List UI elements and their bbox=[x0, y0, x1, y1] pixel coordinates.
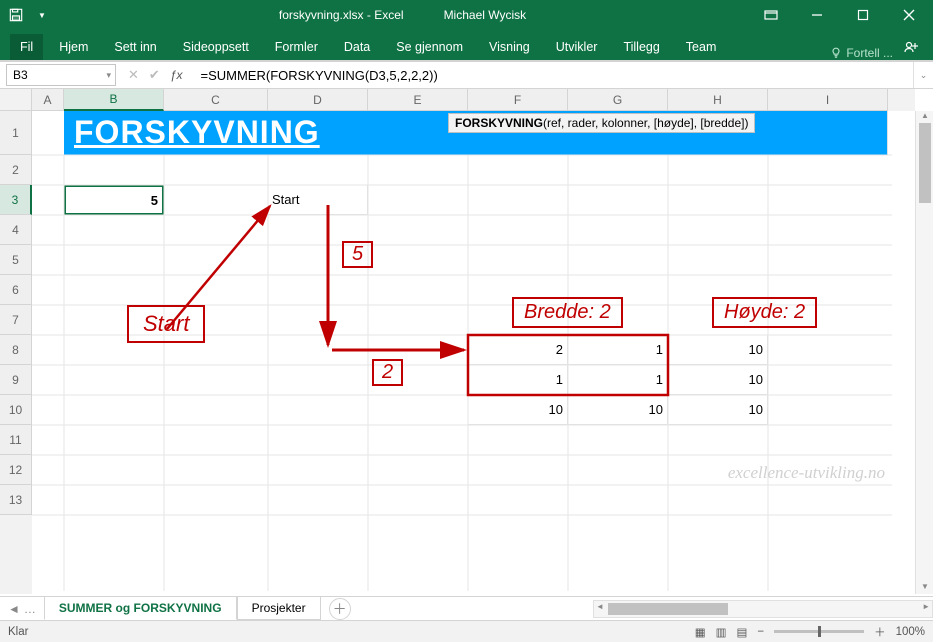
close-icon[interactable] bbox=[891, 0, 927, 30]
tab-data[interactable]: Data bbox=[334, 34, 380, 60]
col-D[interactable]: D bbox=[268, 89, 368, 111]
document-title: forskyvning.xlsx - Excel bbox=[279, 8, 404, 22]
cell-F10[interactable]: 10 bbox=[468, 395, 568, 425]
row-13[interactable]: 13 bbox=[0, 485, 32, 515]
sheet-tab-active[interactable]: SUMMER og FORSKYVNING bbox=[44, 597, 237, 620]
cell-D3[interactable]: Start bbox=[268, 185, 368, 215]
expand-formula-bar-icon[interactable]: ⌄ bbox=[913, 62, 933, 88]
col-C[interactable]: C bbox=[164, 89, 268, 111]
tab-hjem[interactable]: Hjem bbox=[49, 34, 98, 60]
row-3[interactable]: 3 bbox=[0, 185, 32, 215]
tab-utvikler[interactable]: Utvikler bbox=[546, 34, 608, 60]
anno-start: Start bbox=[127, 305, 205, 343]
row-12[interactable]: 12 bbox=[0, 455, 32, 485]
tab-sideoppsett[interactable]: Sideoppsett bbox=[173, 34, 259, 60]
tab-fil[interactable]: Fil bbox=[10, 34, 43, 60]
cell-H8[interactable]: 10 bbox=[668, 335, 768, 365]
anno-hoyde: Høyde: 2 bbox=[712, 297, 817, 328]
row-11[interactable]: 11 bbox=[0, 425, 32, 455]
view-page-layout-icon[interactable]: ▥ bbox=[716, 625, 727, 639]
col-E[interactable]: E bbox=[368, 89, 468, 111]
row-6[interactable]: 6 bbox=[0, 275, 32, 305]
zoom-level[interactable]: 100% bbox=[896, 626, 925, 638]
zoom-slider[interactable] bbox=[774, 630, 864, 633]
tab-team[interactable]: Team bbox=[676, 34, 727, 60]
sheet-tab-prosjekter[interactable]: Prosjekter bbox=[237, 597, 321, 620]
cells-area[interactable]: FORSKYVNING 5 Start 2 1 10 1 1 10 10 10 … bbox=[32, 111, 915, 594]
username: Michael Wycisk bbox=[444, 8, 527, 22]
page-title: FORSKYVNING bbox=[74, 114, 320, 151]
row-9[interactable]: 9 bbox=[0, 365, 32, 395]
enter-icon[interactable]: ✔ bbox=[149, 67, 160, 83]
select-all-corner[interactable] bbox=[0, 89, 32, 111]
save-icon[interactable] bbox=[6, 5, 26, 25]
vertical-scrollbar[interactable]: ▲ ▼ bbox=[915, 111, 933, 594]
tab-visning[interactable]: Visning bbox=[479, 34, 540, 60]
anno-5: 5 bbox=[342, 241, 373, 268]
row-7[interactable]: 7 bbox=[0, 305, 32, 335]
row-1[interactable]: 1 bbox=[0, 111, 32, 155]
fx-icon[interactable]: ƒx bbox=[170, 68, 183, 82]
tab-tillegg[interactable]: Tillegg bbox=[613, 34, 669, 60]
col-H[interactable]: H bbox=[668, 89, 768, 111]
status-bar: Klar ▦ ▥ ▤ − ＋ 100% bbox=[0, 620, 933, 642]
add-sheet-button[interactable]: ＋ bbox=[329, 598, 351, 620]
cell-G9[interactable]: 1 bbox=[568, 365, 668, 395]
horizontal-scrollbar[interactable] bbox=[593, 600, 933, 618]
cell-G10[interactable]: 10 bbox=[568, 395, 668, 425]
zoom-in-icon[interactable]: ＋ bbox=[874, 624, 886, 640]
status-ready: Klar bbox=[8, 626, 28, 638]
ribbon-tabs: Fil Hjem Sett inn Sideoppsett Formler Da… bbox=[0, 30, 933, 60]
name-box[interactable]: B3 bbox=[6, 64, 116, 86]
sheet-nav-prev-icon[interactable]: ◄ bbox=[8, 602, 20, 616]
view-page-break-icon[interactable]: ▤ bbox=[736, 625, 747, 639]
row-2[interactable]: 2 bbox=[0, 155, 32, 185]
ribbon-options-icon[interactable] bbox=[753, 0, 789, 30]
tab-formler[interactable]: Formler bbox=[265, 34, 328, 60]
formula-input[interactable] bbox=[195, 64, 914, 86]
cancel-icon[interactable]: ✕ bbox=[128, 67, 139, 83]
titlebar: ▼ forskyvning.xlsx - Excel Michael Wycis… bbox=[0, 0, 933, 30]
cell-F8[interactable]: 2 bbox=[468, 335, 568, 365]
cell-B3[interactable]: 5 bbox=[64, 185, 164, 215]
tab-segjennom[interactable]: Se gjennom bbox=[386, 34, 473, 60]
cell-G8[interactable]: 1 bbox=[568, 335, 668, 365]
cell-H10[interactable]: 10 bbox=[668, 395, 768, 425]
share-icon[interactable] bbox=[899, 39, 923, 60]
sheet-nav-more-icon[interactable]: … bbox=[24, 602, 36, 616]
cell-H9[interactable]: 10 bbox=[668, 365, 768, 395]
col-I[interactable]: I bbox=[768, 89, 888, 111]
row-4[interactable]: 4 bbox=[0, 215, 32, 245]
maximize-icon[interactable] bbox=[845, 0, 881, 30]
row-5[interactable]: 5 bbox=[0, 245, 32, 275]
tab-settinn[interactable]: Sett inn bbox=[104, 34, 166, 60]
col-B[interactable]: B bbox=[64, 89, 164, 111]
zoom-out-icon[interactable]: − bbox=[757, 626, 764, 638]
worksheet-grid: A B C D E F G H I 1 2 3 4 5 6 7 8 9 10 1… bbox=[0, 89, 933, 594]
chevron-down-icon[interactable]: ▼ bbox=[32, 5, 52, 25]
row-headers: 1 2 3 4 5 6 7 8 9 10 11 12 13 bbox=[0, 111, 32, 594]
minimize-icon[interactable] bbox=[799, 0, 835, 30]
view-normal-icon[interactable]: ▦ bbox=[695, 625, 706, 639]
function-tooltip: FORSKYVNING(ref, rader, kolonner, [høyde… bbox=[448, 113, 755, 133]
column-headers: A B C D E F G H I bbox=[32, 89, 915, 111]
col-G[interactable]: G bbox=[568, 89, 668, 111]
row-10[interactable]: 10 bbox=[0, 395, 32, 425]
cell-F9[interactable]: 1 bbox=[468, 365, 568, 395]
tell-me[interactable]: Fortell ... bbox=[830, 46, 893, 60]
anno-bredde: Bredde: 2 bbox=[512, 297, 623, 328]
anno-2: 2 bbox=[372, 359, 403, 386]
formula-bar: B3 ✕ ✔ ƒx ⌄ bbox=[0, 62, 933, 89]
sheet-tab-bar: ◄ … SUMMER og FORSKYVNING Prosjekter ＋ bbox=[0, 596, 933, 620]
col-F[interactable]: F bbox=[468, 89, 568, 111]
watermark: excellence-utvikling.no bbox=[728, 463, 885, 483]
row-8[interactable]: 8 bbox=[0, 335, 32, 365]
col-A[interactable]: A bbox=[32, 89, 64, 111]
